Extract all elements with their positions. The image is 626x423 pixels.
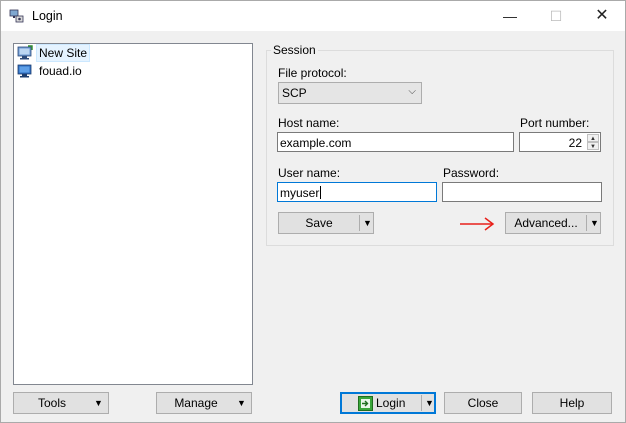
- tools-button-label: Tools: [37, 396, 66, 410]
- title-bar[interactable]: Login — ☐ ✕: [1, 1, 625, 31]
- new-site-icon: [17, 45, 33, 60]
- dropdown-arrow-icon: ▼: [94, 398, 103, 408]
- file-protocol-value: SCP: [282, 86, 307, 100]
- manage-button[interactable]: Manage ▼: [156, 392, 252, 414]
- annotation-arrow-icon: [460, 217, 495, 231]
- minimize-icon: —: [503, 8, 517, 24]
- dropdown-arrow-icon[interactable]: ▼: [590, 213, 599, 233]
- user-name-value: myuser: [280, 186, 322, 200]
- save-button[interactable]: Save ▼: [278, 212, 374, 234]
- manage-button-label: Manage: [174, 396, 218, 410]
- close-button[interactable]: Close: [444, 392, 522, 414]
- login-icon: [358, 396, 373, 411]
- maximize-button[interactable]: ☐: [533, 1, 579, 31]
- monitor-icon: [17, 64, 32, 78]
- dropdown-arrow-icon: ▼: [237, 398, 246, 408]
- user-name-input[interactable]: myuser: [277, 182, 437, 202]
- window-title: Login: [32, 9, 63, 23]
- file-protocol-select[interactable]: SCP ⌵: [278, 82, 422, 104]
- file-protocol-label: File protocol:: [278, 66, 347, 80]
- help-button-label: Help: [559, 396, 585, 410]
- login-button-label: Login: [376, 396, 406, 410]
- minimize-button[interactable]: —: [487, 1, 533, 31]
- site-label: fouad.io: [39, 64, 82, 78]
- close-window-button[interactable]: ✕: [579, 1, 625, 31]
- port-spinner: ▲ ▼: [587, 134, 599, 150]
- close-icon: ✕: [595, 7, 609, 24]
- maximize-icon: ☐: [549, 8, 563, 24]
- site-item-fouad-io[interactable]: fouad.io: [17, 63, 84, 79]
- save-button-label: Save: [305, 216, 333, 230]
- port-number-input[interactable]: 22 ▲ ▼: [519, 132, 601, 152]
- session-group-label: Session: [271, 43, 318, 57]
- advanced-button[interactable]: Advanced... ▼: [505, 212, 601, 234]
- spin-down-icon[interactable]: ▼: [587, 142, 599, 150]
- close-button-label: Close: [467, 396, 499, 410]
- spin-up-icon[interactable]: ▲: [587, 134, 599, 142]
- dropdown-arrow-icon[interactable]: ▼: [363, 213, 372, 233]
- site-item-new-site[interactable]: New Site: [17, 44, 91, 62]
- password-input[interactable]: [442, 182, 602, 202]
- host-name-value: example.com: [280, 136, 352, 150]
- login-button[interactable]: Login ▼: [340, 392, 436, 414]
- host-name-input[interactable]: example.com: [277, 132, 514, 152]
- app-icon: [9, 9, 24, 23]
- port-number-label: Port number:: [520, 116, 590, 130]
- tools-button[interactable]: Tools ▼: [13, 392, 109, 414]
- host-name-label: Host name:: [278, 116, 340, 130]
- dropdown-arrow-icon[interactable]: ▼: [425, 393, 434, 413]
- chevron-down-icon: ⌵: [408, 86, 416, 97]
- user-name-label: User name:: [278, 166, 341, 180]
- advanced-button-label: Advanced...: [514, 216, 578, 230]
- site-tree[interactable]: New Site fouad.io: [13, 43, 253, 385]
- help-button[interactable]: Help: [532, 392, 612, 414]
- port-number-value: 22: [568, 136, 582, 150]
- password-label: Password:: [443, 166, 500, 180]
- site-label: New Site: [35, 44, 91, 62]
